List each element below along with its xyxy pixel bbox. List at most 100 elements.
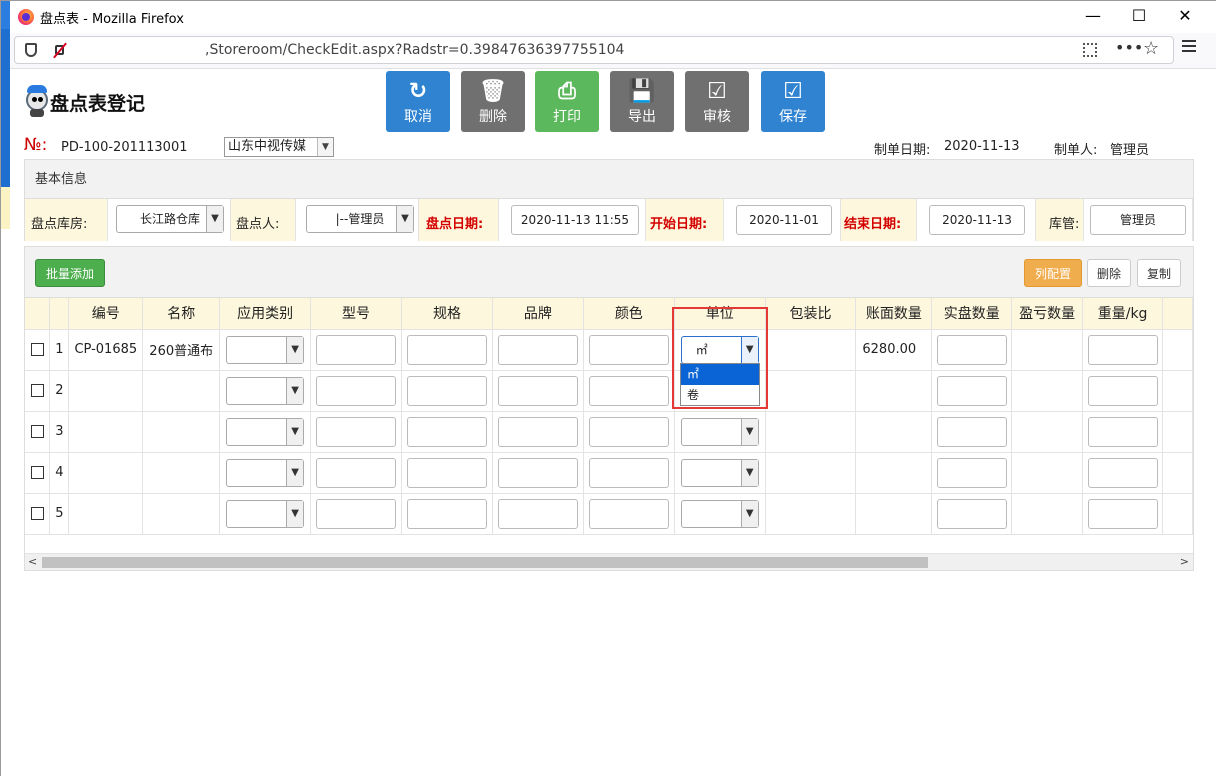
minimize-button[interactable]: —	[1070, 1, 1116, 33]
check-date-input[interactable]: 2020-11-13 11:55	[511, 205, 639, 235]
header-brand[interactable]: 品牌	[492, 298, 584, 330]
model-input[interactable]	[316, 334, 397, 365]
actual-qty-input[interactable]	[936, 416, 1007, 447]
chevron-down-icon: ▼	[206, 206, 223, 232]
save-button[interactable]: ☑ 保存	[761, 71, 825, 132]
spec-input[interactable]	[406, 375, 487, 406]
row-checkbox[interactable]	[30, 343, 44, 356]
maximize-button[interactable]: ☐	[1116, 1, 1162, 33]
header-category[interactable]: 应用类别	[219, 298, 312, 330]
start-date-input[interactable]: 2020-11-01	[736, 205, 832, 235]
row-copy-button[interactable]: 复制	[1137, 259, 1181, 287]
header-actual-qty[interactable]: 实盘数量	[931, 298, 1013, 330]
background-window-strip	[1, 1, 10, 777]
actual-qty-input[interactable]	[936, 375, 1007, 406]
brand-input[interactable]	[497, 334, 578, 365]
header-weight[interactable]: 重量/kg	[1082, 298, 1164, 330]
horizontal-scrollbar[interactable]: < >	[25, 553, 1193, 570]
url-text[interactable]: ,Storeroom/CheckEdit.aspx?Radstr=0.39847…	[205, 42, 624, 58]
row-checkbox[interactable]	[30, 384, 44, 397]
header-model[interactable]: 型号	[310, 298, 403, 330]
weight-input[interactable]	[1087, 334, 1158, 365]
color-input[interactable]	[588, 416, 669, 447]
bookmark-star-icon[interactable]: ☆	[1143, 38, 1159, 59]
header-book-qty[interactable]: 账面数量	[855, 298, 933, 330]
row-checkbox[interactable]	[30, 466, 44, 479]
warehouse-select[interactable]: 长江路仓库 ▼	[116, 205, 224, 233]
keeper-input[interactable]: 管理员	[1090, 205, 1186, 235]
brand-input[interactable]	[497, 498, 578, 529]
model-input[interactable]	[316, 375, 397, 406]
weight-input[interactable]	[1087, 457, 1158, 488]
color-input[interactable]	[588, 375, 669, 406]
actual-qty-input[interactable]	[936, 457, 1007, 488]
audit-button[interactable]: ☑ 审核	[685, 71, 749, 132]
row-checkbox[interactable]	[30, 425, 44, 438]
actual-qty-input[interactable]	[936, 334, 1007, 365]
scroll-right-icon[interactable]: >	[1180, 555, 1189, 568]
row-pack-ratio	[765, 493, 857, 535]
url-field[interactable]: ,Storeroom/CheckEdit.aspx?Radstr=0.39847…	[14, 36, 1174, 64]
brand-input[interactable]	[497, 416, 578, 447]
header-pack-ratio[interactable]: 包装比	[765, 298, 857, 330]
header-name[interactable]: 名称	[142, 298, 221, 330]
delete-button[interactable]: 🗑 删除	[461, 71, 525, 132]
qr-code-icon[interactable]	[1083, 43, 1097, 57]
model-input[interactable]	[316, 457, 397, 488]
export-button[interactable]: 💾 导出	[610, 71, 674, 132]
company-select[interactable]: 山东中视传媒 ▼	[224, 137, 334, 157]
brand-input[interactable]	[497, 375, 578, 406]
hamburger-menu-icon[interactable]	[1182, 40, 1196, 52]
doc-number-label: №:	[24, 135, 48, 155]
header-diff-qty[interactable]: 盈亏数量	[1011, 298, 1084, 330]
checker-select[interactable]: |--管理员 ▼	[306, 205, 414, 233]
unit-select[interactable]: ▼	[680, 499, 759, 528]
category-select[interactable]: ▼	[226, 335, 305, 364]
category-select[interactable]: ▼	[226, 376, 305, 405]
scroll-left-icon[interactable]: <	[28, 555, 37, 568]
batch-add-button[interactable]: 批量添加	[35, 259, 105, 287]
spec-input[interactable]	[406, 457, 487, 488]
row-unit-cell: ▼	[674, 493, 766, 535]
row-spec-cell	[401, 370, 493, 412]
keeper-label: 库管:	[1049, 217, 1080, 232]
spec-input[interactable]	[406, 416, 487, 447]
cancel-label: 取消	[404, 109, 432, 125]
row-actual-qty-cell	[931, 411, 1013, 453]
model-input[interactable]	[316, 498, 397, 529]
row-checkbox[interactable]	[30, 507, 44, 520]
shield-icon[interactable]	[25, 43, 37, 57]
export-label: 导出	[628, 109, 656, 125]
category-select[interactable]: ▼	[226, 458, 305, 487]
row-delete-button[interactable]: 删除	[1087, 259, 1131, 287]
scrollbar-thumb[interactable]	[42, 557, 928, 568]
row-model-cell	[310, 411, 403, 453]
header-code[interactable]: 编号	[68, 298, 144, 330]
header-spec[interactable]: 规格	[401, 298, 493, 330]
check-date-cell: 2020-11-13 11:55	[498, 199, 646, 241]
unit-select[interactable]: ▼	[680, 458, 759, 487]
weight-input[interactable]	[1087, 375, 1158, 406]
header-color[interactable]: 颜色	[583, 298, 675, 330]
model-input[interactable]	[316, 416, 397, 447]
spec-input[interactable]	[406, 334, 487, 365]
cancel-button[interactable]: ↻ 取消	[386, 71, 450, 132]
spec-input[interactable]	[406, 498, 487, 529]
print-button[interactable]: ⎙ 打印	[535, 71, 599, 132]
color-input[interactable]	[588, 457, 669, 488]
close-button[interactable]: ✕	[1162, 1, 1208, 33]
actual-qty-input[interactable]	[936, 498, 1007, 529]
brand-input[interactable]	[497, 457, 578, 488]
column-config-button[interactable]: 列配置	[1024, 259, 1082, 287]
category-select[interactable]: ▼	[226, 499, 305, 528]
more-actions-icon[interactable]: •••	[1115, 38, 1143, 57]
unit-select[interactable]: ▼	[680, 417, 759, 446]
weight-input[interactable]	[1087, 416, 1158, 447]
category-select[interactable]: ▼	[226, 417, 305, 446]
end-date-input[interactable]: 2020-11-13	[929, 205, 1025, 235]
permissions-blocked-icon[interactable]	[53, 42, 67, 59]
weight-input[interactable]	[1087, 498, 1158, 529]
color-input[interactable]	[588, 498, 669, 529]
color-input[interactable]	[588, 334, 669, 365]
delete-label: 删除	[479, 109, 507, 125]
